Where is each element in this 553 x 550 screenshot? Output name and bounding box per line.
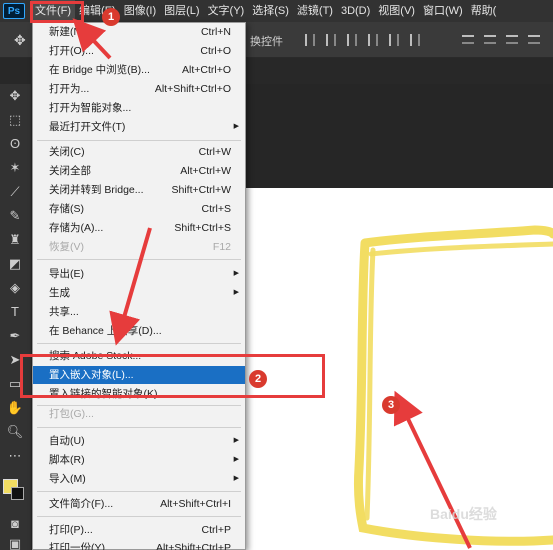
annotation-badge-2: 2 [249, 370, 267, 388]
annotation-badge-1: 1 [102, 8, 120, 26]
annotation-arrows [72, 18, 472, 549]
annotation-badge-3: 3 [382, 396, 400, 414]
watermark-text: Baidu经验 [430, 506, 497, 522]
